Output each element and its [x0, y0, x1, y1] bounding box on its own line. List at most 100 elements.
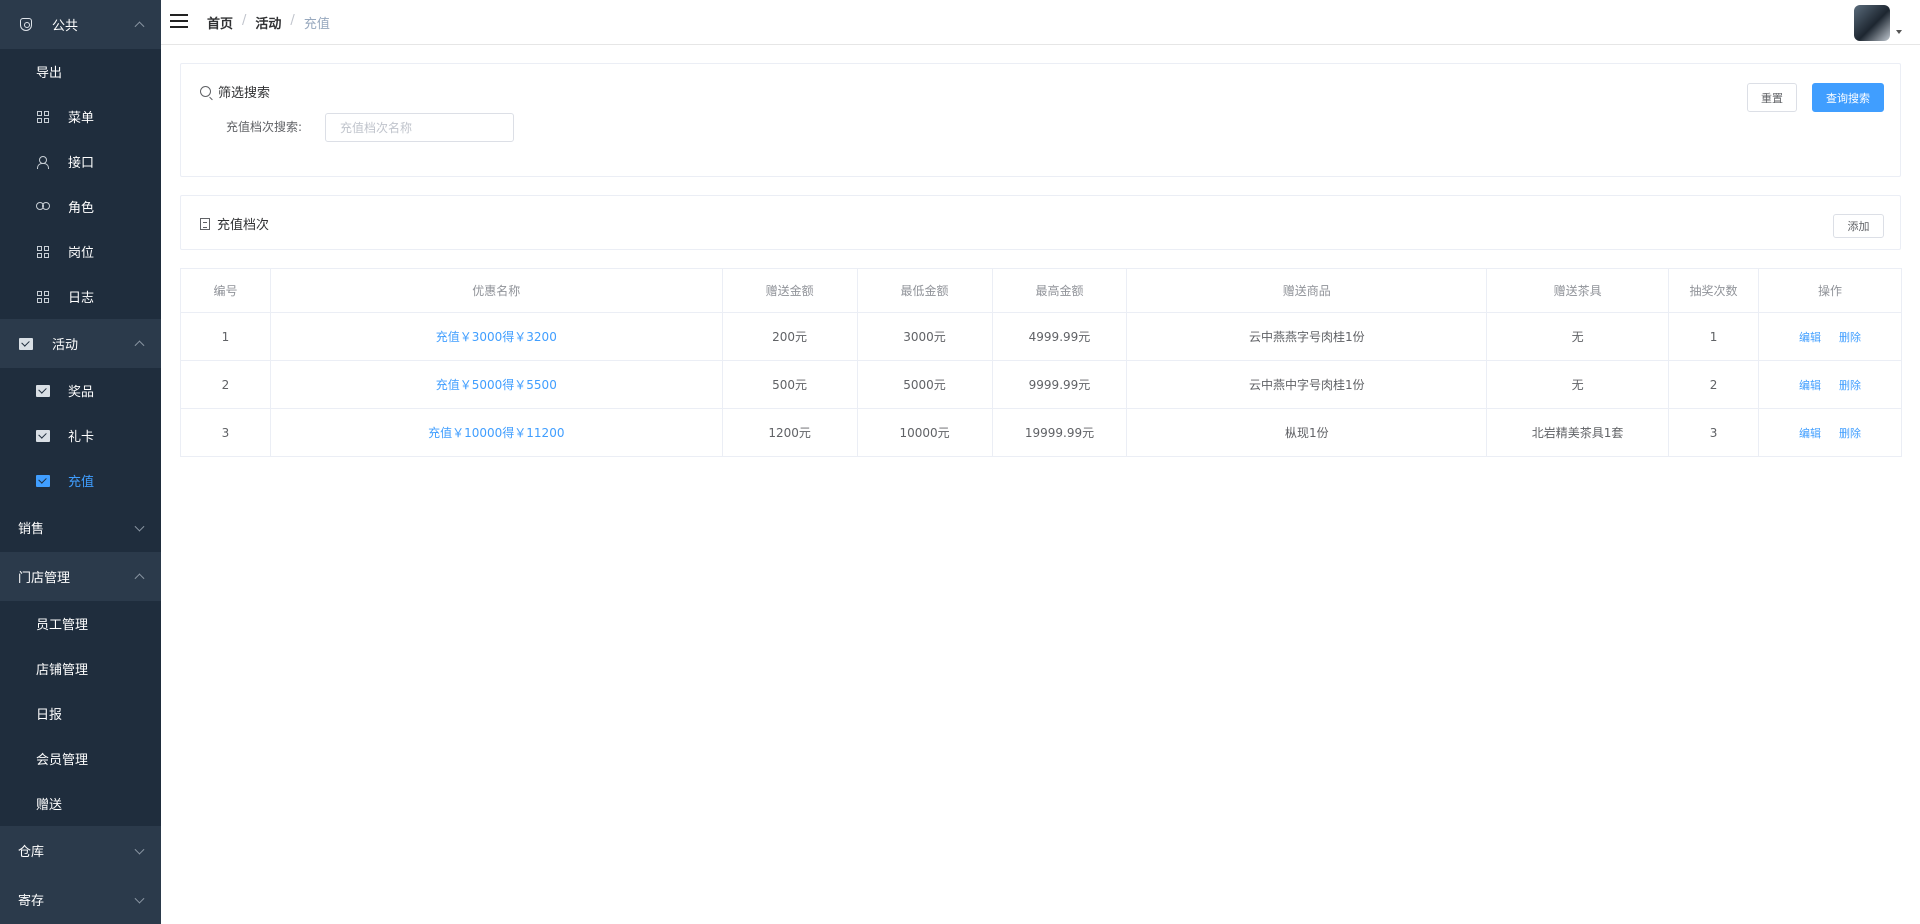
sidebar-item-label: 岗位: [68, 246, 95, 261]
sidebar-group-label: 仓库: [18, 845, 45, 860]
cell-min: 10000元: [856, 408, 993, 457]
cell-name[interactable]: 充值￥5000得￥5500: [269, 360, 723, 409]
breadcrumb-activity[interactable]: 活动: [255, 13, 281, 32]
caret-down-icon[interactable]: [1896, 30, 1902, 34]
sidebar-item-role[interactable]: 角色: [0, 184, 161, 229]
table-row: 3 充值￥10000得￥11200 1200元 10000元 19999.99元…: [180, 408, 1902, 457]
cell-id: 3: [180, 408, 271, 457]
sidebar-group-activity[interactable]: 活动: [0, 319, 161, 368]
cell-id: 2: [180, 360, 271, 409]
sidebar-item-recharge[interactable]: 充值: [0, 458, 161, 503]
cell-tea-set: 无: [1486, 312, 1670, 361]
sidebar-item-label: 会员管理: [36, 753, 89, 768]
add-button[interactable]: 添加: [1833, 214, 1884, 238]
user-icon: [36, 155, 50, 169]
sidebar-group-store[interactable]: 门店管理: [0, 552, 161, 601]
column-header: 赠送商品: [1126, 268, 1488, 313]
sidebar-item-label: 日志: [68, 291, 95, 306]
list-title: 充值档次: [200, 214, 269, 233]
sidebar-item-member[interactable]: 会员管理: [0, 736, 161, 781]
cell-name[interactable]: 充值￥3000得￥3200: [269, 312, 723, 361]
cell-tea-set: 无: [1486, 360, 1670, 409]
search-icon: [200, 86, 211, 97]
edit-link[interactable]: 编辑: [1799, 331, 1821, 344]
avatar[interactable]: [1854, 5, 1890, 41]
cell-goods: 云中燕中字号肉桂1份: [1126, 360, 1488, 409]
cell-id: 1: [180, 312, 271, 361]
sidebar-item-label: 店铺管理: [36, 663, 89, 678]
breadcrumb-current: 充值: [303, 17, 330, 32]
sidebar-item-menu[interactable]: 菜单: [0, 94, 161, 139]
filter-title: 筛选搜索: [200, 82, 270, 101]
delete-link[interactable]: 删除: [1839, 331, 1861, 344]
sidebar-item-label: 赠送: [36, 798, 63, 813]
sidebar-group-storage[interactable]: 寄存: [0, 875, 161, 924]
chevron-down-icon: [134, 893, 145, 904]
column-header: 最高金额: [991, 268, 1128, 313]
delete-link[interactable]: 删除: [1839, 427, 1861, 440]
sidebar-item-give[interactable]: 赠送: [0, 781, 161, 826]
recharge-table: 编号 优惠名称 赠送金额 最低金额 最高金额 赠送商品 赠送茶具 抽奖次数 操作…: [180, 268, 1902, 457]
breadcrumb-home[interactable]: 首页: [207, 13, 233, 32]
sidebar-item-api[interactable]: 接口: [0, 139, 161, 184]
cell-draws: 2: [1668, 360, 1759, 409]
search-button[interactable]: 查询搜索: [1812, 83, 1884, 112]
cell-min: 3000元: [856, 312, 993, 361]
cell-max: 9999.99元: [991, 360, 1128, 409]
column-header: 最低金额: [856, 268, 993, 313]
column-header: 优惠名称: [269, 268, 723, 313]
sidebar-item-label: 角色: [68, 201, 95, 216]
chevron-down-icon: [134, 844, 145, 855]
hamburger-icon[interactable]: [170, 14, 188, 28]
sidebar-item-label: 接口: [68, 156, 95, 171]
sidebar-item-prize[interactable]: 奖品: [0, 368, 161, 413]
cell-max: 4999.99元: [991, 312, 1128, 361]
edit-link[interactable]: 编辑: [1799, 379, 1821, 392]
sidebar-item-gift-card[interactable]: 礼卡: [0, 413, 161, 458]
sidebar-group-label: 寄存: [18, 894, 45, 909]
grid-icon: [36, 110, 50, 123]
column-header: 编号: [180, 268, 271, 313]
column-header: 赠送茶具: [1486, 268, 1670, 313]
document-icon: [200, 217, 210, 230]
cell-goods: 云中燕燕字号肉桂1份: [1126, 312, 1488, 361]
breadcrumb-separator: /: [290, 13, 295, 28]
sidebar-item-label: 员工管理: [36, 618, 89, 633]
cell-name[interactable]: 充值￥10000得￥11200: [269, 408, 723, 457]
sidebar: 公共 导出 菜单 接口 角色 岗位 日志 活动 奖品 礼卡 充值 销售 门店管理…: [0, 0, 161, 924]
sidebar-group-sales[interactable]: 销售: [0, 503, 161, 552]
reset-button[interactable]: 重置: [1747, 83, 1797, 112]
sidebar-item-post[interactable]: 岗位: [0, 229, 161, 274]
sidebar-group-label: 活动: [52, 338, 79, 353]
sidebar-group-warehouse[interactable]: 仓库: [0, 826, 161, 875]
cell-draws: 1: [1668, 312, 1759, 361]
table-header-row: 编号 优惠名称 赠送金额 最低金额 最高金额 赠送商品 赠送茶具 抽奖次数 操作: [180, 268, 1902, 313]
edit-link[interactable]: 编辑: [1799, 427, 1821, 440]
sidebar-item-shop[interactable]: 店铺管理: [0, 646, 161, 691]
chevron-up-icon: [134, 20, 145, 31]
grid-icon: [36, 290, 50, 303]
chevron-up-icon: [134, 572, 145, 583]
sidebar-item-log[interactable]: 日志: [0, 274, 161, 319]
sidebar-item-label: 充值: [68, 475, 95, 490]
filter-label: 充值档次搜索:: [226, 120, 303, 134]
cell-actions: 编辑 删除: [1758, 408, 1902, 457]
cell-draws: 3: [1668, 408, 1759, 457]
box-icon: [36, 384, 50, 397]
sidebar-item-label: 礼卡: [68, 430, 95, 445]
sidebar-group-public[interactable]: 公共: [0, 0, 161, 49]
table-row: 2 充值￥5000得￥5500 500元 5000元 9999.99元 云中燕中…: [180, 360, 1902, 409]
table-row: 1 充值￥3000得￥3200 200元 3000元 4999.99元 云中燕燕…: [180, 312, 1902, 361]
sidebar-item-export[interactable]: 导出: [0, 49, 161, 94]
cell-gift-amount: 1200元: [721, 408, 858, 457]
grid-icon: [36, 245, 50, 258]
recharge-level-search-input[interactable]: [325, 113, 514, 142]
cell-gift-amount: 500元: [721, 360, 858, 409]
delete-link[interactable]: 删除: [1839, 379, 1861, 392]
cell-goods: 枞现1份: [1126, 408, 1488, 457]
sidebar-item-staff[interactable]: 员工管理: [0, 601, 161, 646]
cell-actions: 编辑 删除: [1758, 312, 1902, 361]
list-header-card: 充值档次 添加: [180, 195, 1901, 250]
sidebar-item-daily[interactable]: 日报: [0, 691, 161, 736]
cell-tea-set: 北岩精美茶具1套: [1486, 408, 1670, 457]
